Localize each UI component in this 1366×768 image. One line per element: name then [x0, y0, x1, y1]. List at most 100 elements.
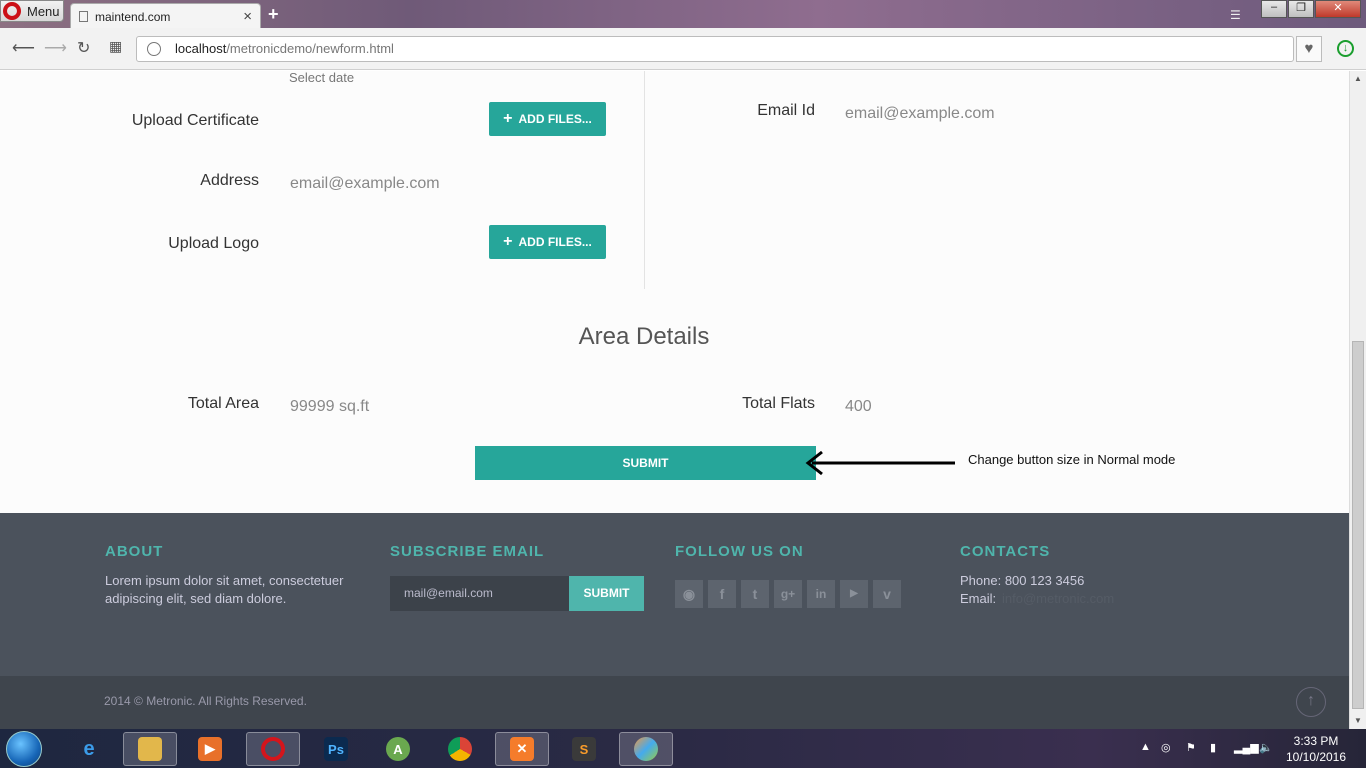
opera-taskbar-icon[interactable] [246, 732, 300, 766]
ps-glyph: Ps [324, 737, 348, 761]
play-glyph: ▶ [198, 737, 222, 761]
total-area-label: Total Area [187, 395, 259, 412]
vimeo-icon[interactable]: v [873, 580, 901, 608]
copyright-text: 2014 © Metronic. All Rights Reserved. [104, 694, 307, 708]
back-icon[interactable]: ⟵ [12, 38, 35, 58]
contacts-heading: CONTACTS [960, 543, 1051, 560]
follow-heading: FOLLOW US ON [675, 543, 804, 560]
close-tab-icon[interactable]: × [243, 8, 252, 25]
volume-icon[interactable]: 🔈 [1259, 741, 1273, 754]
file-explorer-icon[interactable] [123, 732, 177, 766]
url-path: /metronicdemo/newform.html [226, 41, 394, 56]
address-label: Address [200, 172, 259, 189]
footer: ABOUT Lorem ipsum dolor sit amet, consec… [0, 513, 1349, 676]
subscribe-heading: SUBSCRIBE EMAIL [390, 543, 545, 560]
clock-time: 3:33 PM [1293, 734, 1339, 748]
new-tab-icon[interactable]: + [268, 4, 279, 25]
add-files-label: ADD FILES... [518, 235, 592, 249]
clock-date: 10/10/2016 [1285, 750, 1347, 764]
photoshop-icon[interactable]: Ps [309, 732, 363, 766]
scrollbar-thumb[interactable] [1352, 341, 1364, 709]
tab-title: maintend.com [95, 9, 171, 24]
form-section: Select date Upload Certificate + ADD FIL… [0, 71, 1349, 513]
contact-email-link[interactable]: info@metronic.com [1002, 590, 1114, 608]
address-input[interactable]: email@example.com [290, 175, 440, 193]
android-studio-icon[interactable]: A [371, 732, 425, 766]
scroll-down-icon[interactable]: ▼ [1354, 716, 1362, 725]
system-clock[interactable]: 3:33 PM 10/10/2016 [1284, 733, 1348, 765]
tray-battery-icon[interactable]: ▮ [1210, 741, 1216, 754]
tray-app-icon[interactable]: ◎ [1161, 741, 1171, 754]
plus-icon: + [503, 110, 513, 127]
tray-flag-icon[interactable]: ⚑ [1186, 741, 1196, 754]
browser-title-bar: Menu maintend.com × + ☰ – ❐ ✕ [0, 0, 1366, 29]
xampp-icon[interactable]: ✕ [495, 732, 549, 766]
total-area-input[interactable]: 99999 sq.ft [290, 398, 369, 416]
page-scrollbar[interactable]: ▲ ▼ [1349, 71, 1366, 729]
paint-icon[interactable] [619, 732, 673, 766]
about-text: Lorem ipsum dolor sit amet, consectetuer… [105, 573, 344, 606]
media-player-icon[interactable]: ▶ [183, 732, 237, 766]
column-divider [644, 71, 645, 289]
linkedin-icon[interactable]: in [807, 580, 835, 608]
email-id-label: Email Id [757, 102, 815, 119]
site-info-icon[interactable] [147, 42, 161, 56]
folder-glyph [138, 737, 162, 761]
subscribe-email-input[interactable]: mail@email.com [390, 576, 569, 611]
scroll-to-top-icon[interactable]: ↑ [1296, 687, 1326, 717]
opera-glyph [261, 737, 285, 761]
address-bar-row: ⟵ ⟶ ↻ ▦ localhost/metronicdemo/newform.h… [0, 28, 1366, 70]
add-files-logo-button[interactable]: + ADD FILES... [489, 225, 606, 259]
email-input[interactable]: email@example.com [845, 105, 995, 123]
show-hidden-icons-icon[interactable]: ▲ [1140, 741, 1151, 753]
speed-dial-icon[interactable]: ▦ [109, 38, 122, 55]
close-window-button[interactable]: ✕ [1315, 0, 1361, 18]
twitter-icon[interactable]: t [741, 580, 769, 608]
subscribe-submit-button[interactable]: SUBMIT [569, 576, 644, 611]
bookmark-heart-icon[interactable]: ♥ [1296, 36, 1322, 62]
xampp-glyph: ✕ [510, 737, 534, 761]
chrome-icon[interactable] [433, 732, 487, 766]
add-files-certificate-button[interactable]: + ADD FILES... [489, 102, 606, 136]
minimize-button[interactable]: – [1261, 0, 1287, 18]
annotation-note: Change button size in Normal mode [968, 452, 1176, 467]
opera-logo-icon [3, 2, 21, 20]
scroll-up-icon[interactable]: ▲ [1354, 74, 1362, 83]
start-button[interactable] [6, 731, 42, 767]
browser-menu-button[interactable]: Menu [0, 0, 64, 22]
upload-certificate-label: Upload Certificate [131, 112, 259, 129]
android-glyph: A [386, 737, 410, 761]
ie-glyph: e [83, 737, 95, 760]
total-flats-label: Total Flats [742, 395, 815, 412]
internet-explorer-icon[interactable]: e [62, 732, 116, 766]
browser-tab[interactable]: maintend.com × [70, 3, 261, 29]
network-icon[interactable]: ▂▄▆ [1234, 741, 1259, 754]
paint-glyph [634, 737, 658, 761]
youtube-icon[interactable]: ▶ [840, 580, 868, 608]
url-host: localhost [175, 41, 227, 56]
tab-menu-icon[interactable]: ☰ [1230, 8, 1241, 22]
copyright-bar: 2014 © Metronic. All Rights Reserved. ↑ [0, 676, 1349, 729]
reload-icon[interactable]: ↻ [77, 38, 90, 58]
submit-button[interactable]: SUBMIT [475, 446, 816, 480]
total-flats-input[interactable]: 400 [845, 398, 872, 416]
area-details-title: Area Details [578, 323, 710, 350]
sublime-text-icon[interactable]: S [557, 732, 611, 766]
plus-icon: + [503, 233, 513, 250]
sublime-glyph: S [572, 737, 596, 761]
google-plus-icon[interactable]: g+ [774, 580, 802, 608]
forward-icon[interactable]: ⟶ [44, 38, 67, 58]
page-icon [79, 11, 88, 22]
rss-icon[interactable]: ◉ [675, 580, 703, 608]
contact-email-label: Email: [960, 591, 997, 606]
add-files-label: ADD FILES... [518, 112, 592, 126]
about-heading: ABOUT [105, 543, 164, 560]
facebook-icon[interactable]: f [708, 580, 736, 608]
address-field[interactable]: localhost/metronicdemo/newform.html [136, 36, 1294, 62]
contact-phone: Phone: 800 123 3456 [960, 573, 1085, 588]
web-page: Select date Upload Certificate + ADD FIL… [0, 71, 1349, 729]
menu-label: Menu [27, 3, 60, 19]
download-icon[interactable]: ↓ [1337, 40, 1354, 57]
upload-logo-label: Upload Logo [168, 235, 259, 252]
maximize-button[interactable]: ❐ [1288, 0, 1314, 18]
